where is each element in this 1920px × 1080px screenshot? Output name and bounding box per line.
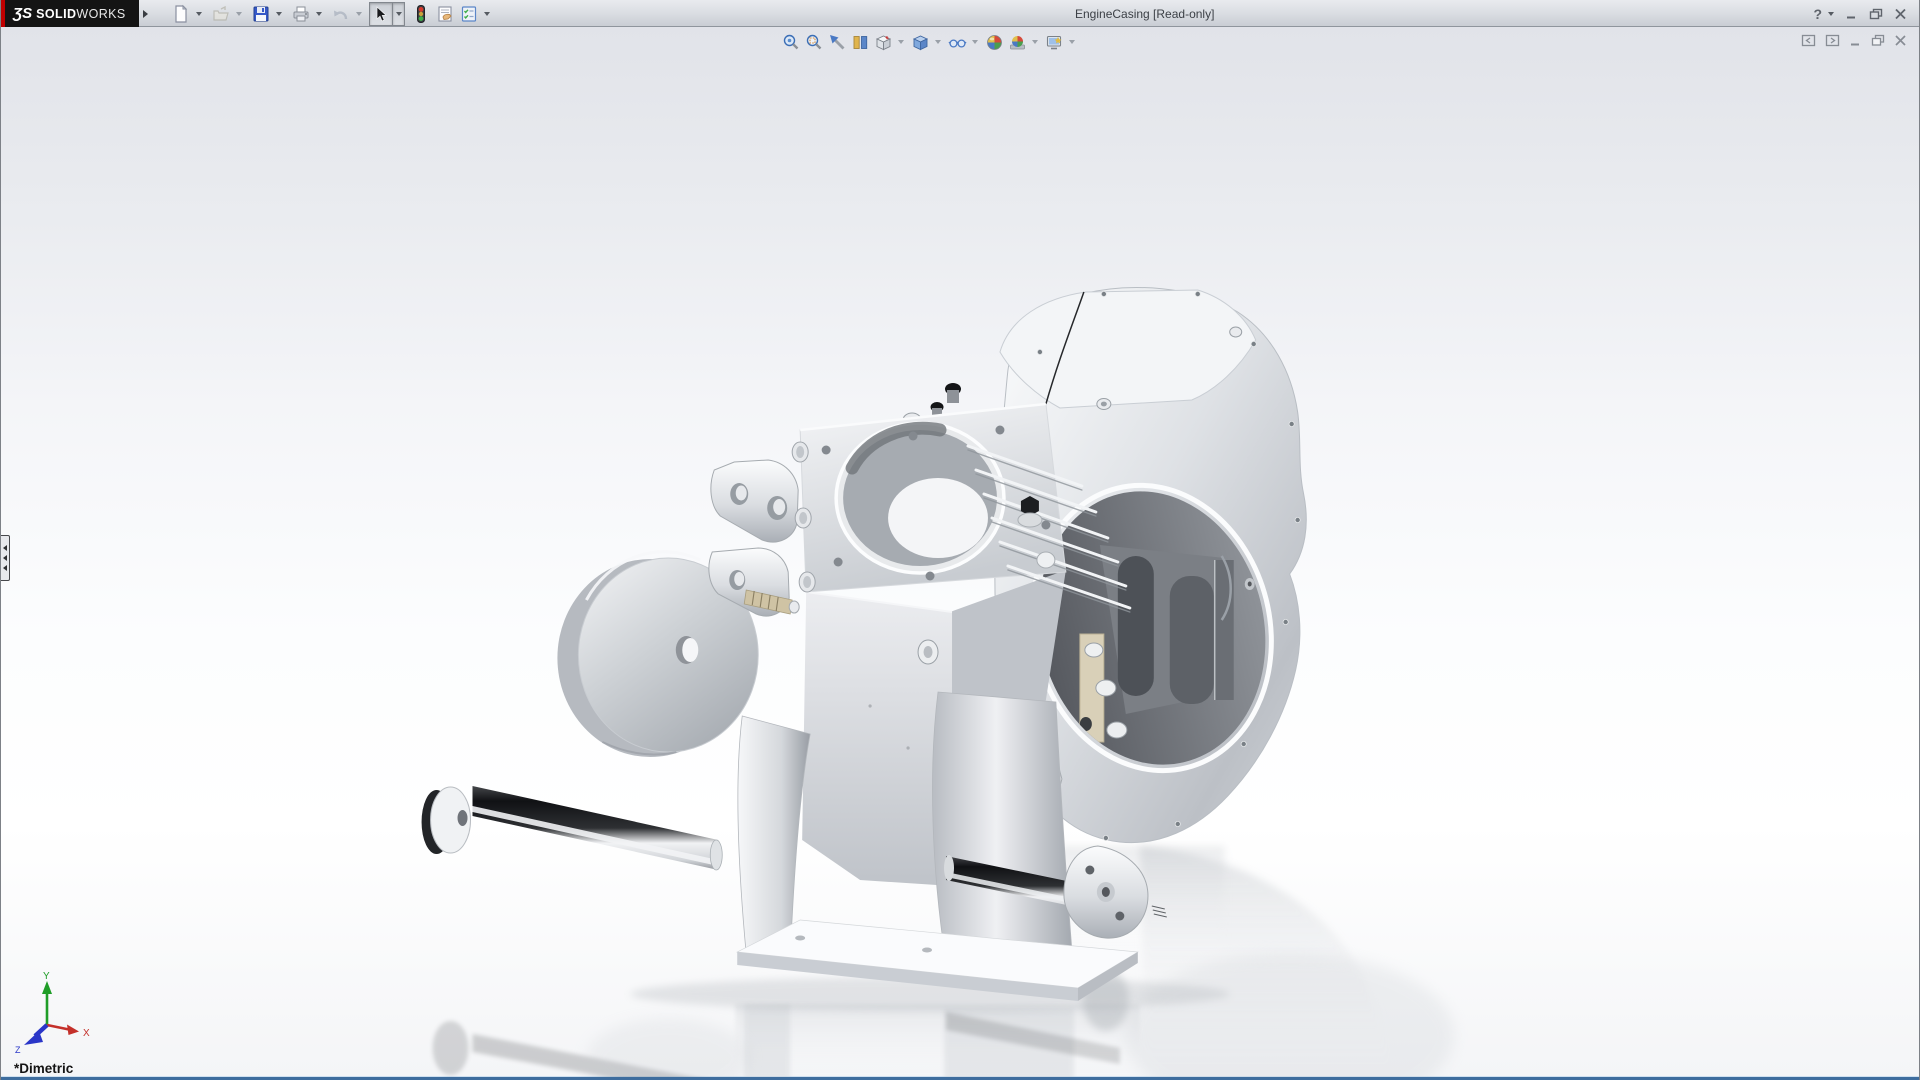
chevron-left-icon [3,555,7,561]
select-tool-group [369,2,405,26]
open-dropdown-icon[interactable] [233,2,245,26]
select-dropdown-icon[interactable] [393,2,405,26]
logo-glyph: ƷS [13,5,32,22]
chevron-left-icon [3,545,7,551]
undo-dropdown-icon[interactable] [353,2,365,26]
new-document-icon[interactable] [169,2,193,26]
zoom-to-area-icon[interactable] [803,31,826,53]
orientation-triad: Y X Z [11,969,101,1055]
rebuild-traffic-light-icon[interactable] [409,2,433,26]
hide-show-items-dropdown-icon[interactable] [969,31,980,53]
previous-view-icon[interactable] [826,31,849,53]
graphics-area[interactable]: Y X Z *Dimetric [1,27,1919,1080]
restore-icon[interactable] [1869,8,1883,20]
minimize-icon[interactable] [1845,8,1858,20]
select-cursor-icon[interactable] [369,2,393,26]
apply-scene-dropdown-icon[interactable] [1029,31,1040,53]
view-settings-icon[interactable] [1043,31,1066,53]
open-document-icon[interactable] [209,2,233,26]
save-icon[interactable] [249,2,273,26]
edit-appearance-icon[interactable] [983,31,1006,53]
print-icon[interactable] [289,2,313,26]
view-orientation-dropdown-icon[interactable] [895,31,906,53]
triad-y-label: Y [43,971,50,982]
feature-manager-collapsed-tab[interactable] [1,535,10,581]
title-bar: ƷS SOLIDWORKS [1,0,1919,27]
save-dropdown-icon[interactable] [273,2,285,26]
toolbar-expand-icon[interactable] [139,6,151,21]
new-dropdown-icon[interactable] [193,2,205,26]
zoom-to-fit-icon[interactable] [780,31,803,53]
section-view-icon[interactable] [849,31,872,53]
help-dropdown-icon[interactable] [1828,12,1834,16]
headsup-view-toolbar [780,31,1080,53]
undo-icon[interactable] [329,2,353,26]
hide-show-items-icon[interactable] [946,31,969,53]
engine-casing-model[interactable] [1,27,1919,1077]
restore-icon[interactable] [1871,34,1885,47]
document-title: EngineCasing [Read-only] [1075,7,1214,21]
document-window-controls [1801,34,1907,47]
solidworks-window: ƷS SOLIDWORKS [0,0,1920,1080]
chevron-left-icon [3,565,7,571]
logo-text-light: WORKS [76,7,125,21]
display-style-icon[interactable] [909,31,932,53]
help-icon[interactable]: ? [1813,6,1822,22]
model-left-shaft[interactable] [422,786,723,870]
close-icon[interactable] [1894,8,1907,20]
file-properties-icon[interactable] [433,2,457,26]
triad-x-label: X [83,1028,90,1039]
logo-text-bold: SOLID [36,7,76,21]
options-icon[interactable] [457,2,481,26]
close-icon[interactable] [1894,34,1907,47]
options-dropdown-icon[interactable] [481,2,493,26]
window-controls: ? [1813,0,1907,27]
triad-z-label: Z [15,1045,21,1055]
apply-scene-icon[interactable] [1006,31,1029,53]
view-orientation-label: *Dimetric [14,1061,73,1076]
print-dropdown-icon[interactable] [313,2,325,26]
next-pane-icon[interactable] [1825,34,1840,47]
view-orientation-icon[interactable] [872,31,895,53]
model-mount-brackets[interactable] [709,460,799,616]
standard-toolbar [169,0,497,27]
previous-pane-icon[interactable] [1801,34,1816,47]
view-settings-dropdown-icon[interactable] [1066,31,1077,53]
minimize-icon[interactable] [1849,34,1862,47]
display-style-dropdown-icon[interactable] [932,31,943,53]
solidworks-logo: ƷS SOLIDWORKS [5,0,139,27]
